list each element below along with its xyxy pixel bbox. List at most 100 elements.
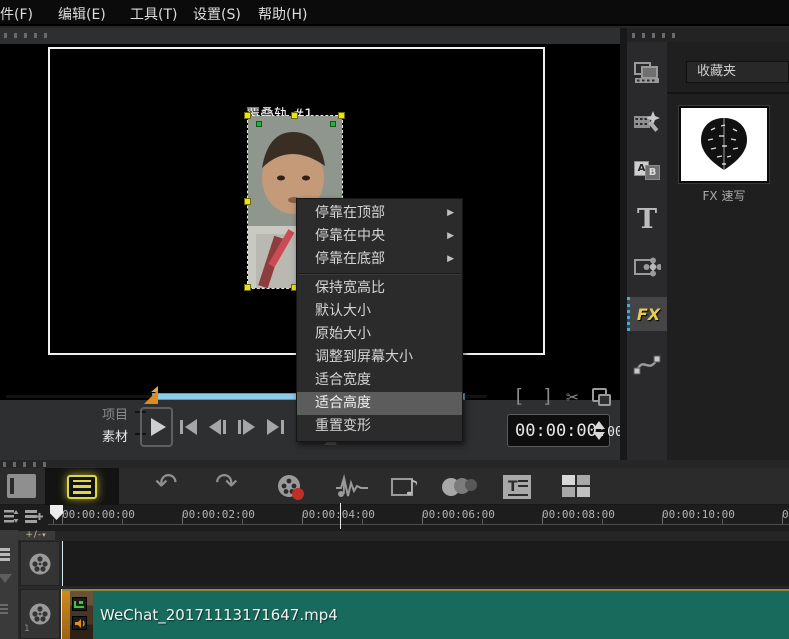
- ruler-label: 00:00:08:00: [542, 508, 615, 521]
- caret-down-icon: ▾: [42, 531, 47, 539]
- sound-mixer-icon[interactable]: [335, 474, 369, 500]
- record-capture-icon[interactable]: [276, 473, 306, 501]
- video-track-header[interactable]: 1: [20, 589, 60, 639]
- timeline-view-selected[interactable]: [45, 468, 119, 505]
- filter-tab-selected[interactable]: FX: [627, 297, 667, 331]
- previous-frame-button[interactable]: [209, 417, 226, 437]
- resize-handle-top-mid[interactable]: [291, 112, 298, 119]
- ctx-reset-distortion[interactable]: 重置变形: [297, 415, 462, 438]
- track-manager-icon[interactable]: [2, 508, 19, 525]
- ctx-dock-top[interactable]: 停靠在顶部▶: [297, 202, 462, 225]
- motion-path-tab[interactable]: [627, 347, 667, 381]
- timeline-ruler[interactable]: 00:00:00:00 00:00:02:00 00:00:04:00 00:0…: [0, 505, 789, 531]
- swap-track-icon[interactable]: [0, 548, 10, 561]
- overlay-track-row[interactable]: [62, 541, 789, 586]
- menu-edit[interactable]: 编辑(E): [58, 4, 106, 24]
- resize-handle-top-right[interactable]: [338, 112, 345, 119]
- project-mode-button[interactable]: 项目: [102, 404, 128, 423]
- library-nav-strip: A B T FX: [627, 42, 667, 460]
- overlay-track-header[interactable]: [20, 541, 60, 586]
- panel-divider[interactable]: [620, 28, 627, 460]
- submenu-arrow-icon: ▶: [447, 202, 454, 225]
- ruler-label: 00:00:06:00: [422, 508, 495, 521]
- mark-in-button[interactable]: [: [513, 385, 524, 407]
- ctx-fit-height[interactable]: 适合高度: [297, 392, 462, 415]
- ctx-original-size[interactable]: 原始大小: [297, 323, 462, 346]
- add-remove-track-button[interactable]: +/-▾: [17, 531, 55, 540]
- ruler-label: 00:00:12:00: [782, 508, 789, 521]
- timecode-spinner[interactable]: [593, 421, 605, 440]
- panel-grip: [4, 33, 50, 38]
- pan-zoom-badge[interactable]: [72, 597, 87, 611]
- ctx-dock-bottom[interactable]: 停靠在底部▶: [297, 248, 462, 271]
- play-button[interactable]: [140, 407, 173, 447]
- ab-transition-icon: A B: [634, 161, 660, 181]
- divider: [667, 92, 789, 94]
- music-note-glyph: ♪: [405, 476, 419, 501]
- media-library-tab[interactable]: [627, 56, 667, 90]
- video-track-icon: [28, 552, 52, 576]
- redo-icon[interactable]: ↷: [215, 468, 238, 499]
- undo-icon[interactable]: ↶: [155, 468, 178, 499]
- app-window: 文件(F) 编辑(E) 工具(T) 设置(S) 帮助(H) 覆叠轨 #1: [0, 0, 789, 639]
- auto-music-icon[interactable]: ♪: [391, 473, 423, 501]
- resize-handle-mid-left[interactable]: [244, 198, 251, 205]
- submenu-arrow-icon: ▶: [447, 225, 454, 248]
- enlarge-preview-icon[interactable]: [592, 388, 607, 402]
- graphics-tab[interactable]: [627, 250, 667, 284]
- play-icon: [151, 418, 166, 436]
- track-header-column: 1: [20, 540, 60, 639]
- menu-help[interactable]: 帮助(H): [258, 4, 307, 24]
- split-clip-icon[interactable]: ✂: [566, 385, 579, 409]
- speaker-icon: [74, 618, 86, 629]
- filter-thumbnail-label: FX 速写: [667, 187, 781, 204]
- storyboard-view-icon[interactable]: [7, 474, 36, 498]
- transition-tab[interactable]: A B: [627, 154, 667, 188]
- next-frame-button[interactable]: [238, 417, 255, 437]
- resize-handle-top-left[interactable]: [244, 112, 251, 119]
- split-screen-template-icon[interactable]: [561, 474, 591, 498]
- mark-out-button[interactable]: ]: [542, 385, 553, 407]
- distort-handle-right[interactable]: [330, 121, 336, 127]
- clip-mode-button[interactable]: 素材: [102, 426, 128, 445]
- timeline-toolbar: ↶ ↷ ♪ T: [0, 468, 789, 505]
- timeline-view-icon: [67, 475, 97, 499]
- video-clip[interactable]: WeChat_20171113171647.mp4: [62, 589, 789, 639]
- title-icon: T: [637, 204, 657, 235]
- add-track-icon[interactable]: [24, 508, 43, 525]
- go-to-end-button[interactable]: [267, 417, 284, 437]
- filter-thumbnail[interactable]: [679, 106, 769, 183]
- ctx-default-size[interactable]: 默认大小: [297, 300, 462, 323]
- gallery-folder-dropdown[interactable]: 收藏夹: [686, 61, 789, 83]
- svg-text:T: T: [508, 479, 518, 495]
- motion-tracking-icon[interactable]: [440, 475, 478, 499]
- ctx-dock-center[interactable]: 停靠在中央▶: [297, 225, 462, 248]
- ctx-fit-width[interactable]: 适合宽度: [297, 369, 462, 392]
- subtitle-editor-icon[interactable]: T: [502, 474, 532, 500]
- menu-settings[interactable]: 设置(S): [193, 4, 241, 24]
- menu-bar: 文件(F) 编辑(E) 工具(T) 设置(S) 帮助(H): [0, 0, 789, 26]
- path-curve-icon: [633, 353, 661, 375]
- menu-tools[interactable]: 工具(T): [130, 4, 177, 24]
- instant-project-tab[interactable]: [627, 104, 667, 138]
- pan-zoom-icon: [74, 600, 85, 609]
- spinner-down-icon[interactable]: [593, 432, 605, 440]
- title-tab[interactable]: T: [627, 202, 667, 236]
- go-to-start-button[interactable]: [180, 417, 197, 437]
- ruler-label: 00:00:02:00: [182, 508, 255, 521]
- transition-wand-icon: [633, 109, 661, 133]
- clip-filename: WeChat_20171113171647.mp4: [100, 606, 338, 624]
- audio-badge[interactable]: [72, 616, 87, 630]
- distort-handle-left[interactable]: [256, 121, 262, 127]
- clip-trim-handle[interactable]: [62, 591, 70, 639]
- resize-handle-bottom-left[interactable]: [244, 284, 251, 291]
- ctx-fit-to-screen[interactable]: 调整到屏幕大小: [297, 346, 462, 369]
- fx-icon: FX: [637, 305, 660, 324]
- context-menu: 停靠在顶部▶ 停靠在中央▶ 停靠在底部▶ 保持宽高比 默认大小 原始大小 调整到…: [296, 198, 463, 442]
- timecode-display[interactable]: 00:00:00: 00: [507, 414, 610, 447]
- scroll-down-icon[interactable]: [0, 574, 12, 583]
- menu-file[interactable]: 文件(F): [0, 4, 33, 24]
- track-number: 1: [24, 624, 30, 634]
- ctx-keep-aspect-ratio[interactable]: 保持宽高比: [297, 277, 462, 300]
- spinner-up-icon[interactable]: [593, 421, 605, 429]
